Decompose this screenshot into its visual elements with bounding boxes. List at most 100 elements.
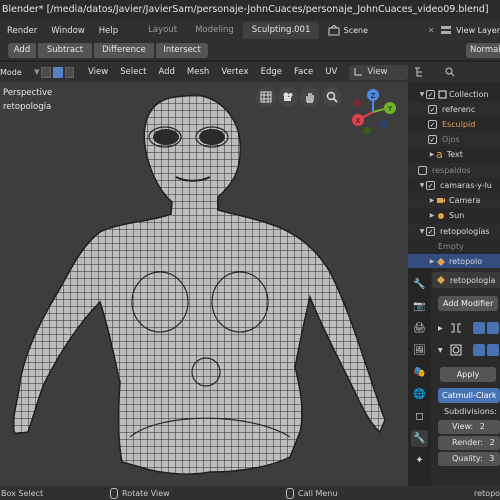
mirror-modifier-icon bbox=[450, 323, 461, 333]
object-name-label: retopología bbox=[450, 275, 496, 285]
editmode-toggle-icon[interactable] bbox=[486, 322, 499, 334]
menu-vertex[interactable]: Vertex bbox=[215, 67, 254, 77]
world-tab-icon[interactable]: 🌐 bbox=[411, 386, 428, 403]
outliner-display-icon[interactable] bbox=[414, 66, 428, 78]
modifier-tab-icon[interactable]: 🔧 bbox=[411, 430, 428, 447]
outliner-row-ojos[interactable]: ✓ Ojos bbox=[408, 132, 500, 147]
edge-select-icon[interactable] bbox=[52, 66, 63, 78]
outliner-row-sun[interactable]: ▶ Sun bbox=[408, 208, 500, 223]
transform-orientation-dropdown[interactable]: View bbox=[349, 64, 408, 80]
orientation-normal-dropdown[interactable]: Normal bbox=[466, 43, 500, 58]
properties-panel: 🔧 📷 🖨 🖼 🎭 🌐 ◻ 🔧 ✦ retopología Add Modifi… bbox=[408, 268, 500, 486]
navigation-gizmo[interactable]: Z Y X bbox=[348, 86, 398, 138]
transform-orientation-label: View bbox=[367, 67, 388, 77]
apply-button[interactable]: Apply bbox=[440, 367, 496, 382]
realtime-toggle-icon[interactable] bbox=[472, 322, 485, 334]
outliner-row-retopologias[interactable]: ▼ ✓ retopologías bbox=[408, 224, 500, 239]
outliner-row-text[interactable]: ▶ a Text bbox=[408, 147, 500, 162]
vertex-select-icon[interactable] bbox=[41, 66, 51, 78]
face-select-icon[interactable] bbox=[64, 66, 75, 78]
scene-icon[interactable] bbox=[327, 24, 340, 38]
menu-edge[interactable]: Edge bbox=[255, 67, 288, 77]
outliner-row-referencia[interactable]: ✓ referenc bbox=[408, 102, 500, 117]
render-levels-field[interactable]: Render: 2 bbox=[438, 436, 500, 450]
intersect-button[interactable]: Intersect bbox=[156, 43, 208, 58]
mouse-icon bbox=[286, 487, 294, 499]
subtract-button[interactable]: Subtract bbox=[38, 43, 92, 58]
menu-window[interactable]: Window bbox=[44, 26, 92, 36]
scene-selector[interactable]: Scene bbox=[340, 26, 428, 35]
mouse-icon bbox=[110, 487, 118, 499]
subdivision-modifier-icon bbox=[450, 344, 462, 356]
status-rotate-view: Rotate View bbox=[110, 487, 170, 499]
status-box-select: Box Select bbox=[1, 488, 44, 498]
object-tab-icon[interactable]: ◻ bbox=[411, 408, 428, 425]
chevron-down-icon: ▼ bbox=[34, 67, 40, 76]
window-title: Blender* [/media/datos/Javier/JavierSam/… bbox=[0, 0, 500, 20]
menu-render[interactable]: Render bbox=[0, 26, 44, 36]
camera-icon[interactable] bbox=[278, 87, 298, 107]
camera-object-icon bbox=[437, 198, 445, 203]
add-button[interactable]: Add bbox=[8, 43, 36, 58]
text-object-icon: a bbox=[436, 148, 443, 161]
mesh-object-icon bbox=[437, 276, 445, 284]
quality-field[interactable]: Quality: 3 bbox=[438, 452, 500, 466]
top-bar: Render Window Help Layout Modeling Sculp… bbox=[0, 20, 500, 41]
collapse-icon[interactable]: ▼ bbox=[438, 347, 443, 354]
editmode-toggle-icon[interactable] bbox=[486, 344, 499, 356]
output-tab-icon[interactable]: 🖨 bbox=[411, 320, 428, 337]
expand-icon[interactable]: ▶ bbox=[438, 325, 443, 332]
mode-dropdown[interactable]: Mode ▼ bbox=[0, 68, 41, 77]
scene-tab-icon[interactable]: 🎭 bbox=[411, 364, 428, 381]
menu-face[interactable]: Face bbox=[288, 67, 319, 77]
status-bar: Box Select Rotate View Call Menu retopo bbox=[0, 486, 500, 500]
catmull-clark-button[interactable]: Catmull-Clark bbox=[438, 388, 500, 403]
outliner-header bbox=[408, 62, 500, 82]
outliner-row-camera[interactable]: ▶ Camera bbox=[408, 193, 500, 208]
status-call-menu: Call Menu bbox=[286, 487, 337, 499]
view-layer-tab-icon[interactable]: 🖼 bbox=[411, 342, 428, 359]
zoom-icon[interactable] bbox=[322, 87, 342, 107]
tool-settings-bar: Add Subtract Difference Intersect Normal bbox=[0, 41, 500, 60]
view-layer-selector[interactable]: View Layer bbox=[456, 26, 500, 35]
menu-mesh[interactable]: Mesh bbox=[181, 67, 215, 77]
collection-icon bbox=[438, 90, 447, 99]
outliner-row-respaldos[interactable]: respaldos bbox=[408, 163, 500, 178]
subdivisions-label: Subdivisions: bbox=[444, 407, 497, 416]
orientation-icon bbox=[354, 68, 363, 76]
search-icon[interactable] bbox=[444, 66, 464, 78]
close-icon[interactable]: ✕ bbox=[428, 26, 440, 35]
modifier-row-1[interactable]: ▶ bbox=[434, 319, 500, 337]
add-modifier-button[interactable]: Add Modifier bbox=[438, 296, 498, 311]
difference-button[interactable]: Difference bbox=[94, 43, 154, 58]
particles-tab-icon[interactable]: ✦ bbox=[411, 452, 428, 469]
menu-view[interactable]: View bbox=[82, 67, 114, 77]
tool-tab-icon[interactable]: 🔧 bbox=[411, 276, 428, 293]
view-layer-icon bbox=[440, 24, 452, 38]
view-levels-field[interactable]: View: 2 bbox=[438, 420, 500, 434]
realtime-toggle-icon[interactable] bbox=[472, 344, 485, 356]
mode-label: Mode bbox=[0, 67, 22, 77]
render-tab-icon[interactable]: 📷 bbox=[411, 298, 428, 315]
modifier-row-2[interactable]: ▼ bbox=[434, 341, 500, 359]
menu-add[interactable]: Add bbox=[152, 67, 180, 77]
outliner-row-esculpido[interactable]: ✓ Esculpid bbox=[408, 117, 500, 132]
tab-layout[interactable]: Layout bbox=[139, 22, 186, 39]
tab-modeling[interactable]: Modeling bbox=[186, 22, 243, 39]
character-mesh[interactable] bbox=[0, 82, 408, 486]
outliner-row-empty[interactable]: Empty bbox=[408, 239, 500, 254]
status-object: retopo bbox=[474, 488, 500, 498]
menu-help[interactable]: Help bbox=[92, 26, 125, 36]
outliner-row-camaras[interactable]: ▼ ✓ camaras-y-lu bbox=[408, 178, 500, 193]
ortho-toggle-icon[interactable] bbox=[256, 87, 276, 107]
outliner-row-retopologia[interactable]: ▶ retopolo bbox=[408, 254, 500, 268]
outliner-row-collection[interactable]: ▼ ✓ Collection bbox=[408, 87, 500, 102]
3d-viewport[interactable]: Perspective retopología Z Y X bbox=[0, 82, 408, 486]
mesh-object-icon bbox=[437, 257, 445, 266]
menu-select[interactable]: Select bbox=[114, 67, 152, 77]
viewport-header: Mode ▼ View Select Add Mesh Vertex Edge F… bbox=[0, 62, 408, 82]
tab-sculpting[interactable]: Sculpting.001 bbox=[242, 22, 320, 39]
object-name-field[interactable]: retopología bbox=[432, 272, 500, 288]
menu-uv[interactable]: UV bbox=[319, 67, 343, 77]
hand-icon[interactable] bbox=[300, 87, 320, 107]
